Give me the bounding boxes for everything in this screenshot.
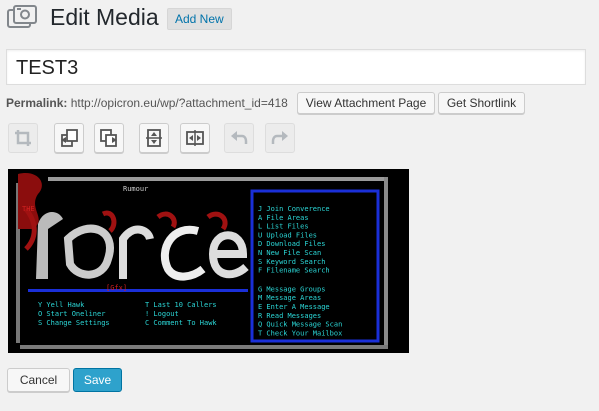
get-shortlink-button[interactable]: Get Shortlink	[438, 92, 525, 114]
view-attachment-page-button[interactable]: View Attachment Page	[297, 92, 435, 114]
menu-line: E Enter A Message	[258, 303, 330, 311]
menu-line: T Check Your Mailbox	[258, 329, 342, 337]
menu-line: U Upload Files	[258, 231, 317, 239]
menu-line: N New File Scan	[258, 249, 321, 257]
menu-line: R Read Messages	[258, 312, 321, 320]
rumour-text: Rumour	[123, 185, 148, 193]
menu-line: T Last 10 Callers	[145, 301, 217, 309]
menu-line: C Comment To Hawk	[145, 319, 217, 327]
menu-line: J Join Converence	[258, 205, 330, 213]
gfx-text: [Gfx]	[106, 284, 127, 292]
cancel-button[interactable]: Cancel	[7, 368, 70, 392]
crop-button[interactable]	[8, 123, 38, 153]
add-new-button[interactable]: Add New	[167, 8, 232, 30]
permalink-label: Permalink:	[6, 96, 68, 110]
bbs-art-image: Rumour THE [Gfx] J Join ConverenceA File…	[8, 169, 409, 353]
crop-icon	[15, 130, 31, 146]
permalink-row: Permalink: http://opicron.eu/wp/?attachm…	[6, 96, 288, 110]
flip-horizontal-button[interactable]	[180, 123, 210, 153]
redo-icon	[271, 131, 288, 144]
flip-vertical-icon	[146, 129, 162, 147]
flip-vertical-button[interactable]	[139, 123, 169, 153]
save-button[interactable]: Save	[73, 368, 122, 392]
menu-line: L List Files	[258, 223, 309, 231]
menu-line: M Message Areas	[258, 294, 321, 302]
rotate-right-icon	[100, 129, 117, 147]
title-input[interactable]: TEST3	[6, 49, 586, 85]
menu-line: F Filename Search	[258, 267, 330, 275]
menu-line: S Change Settings	[38, 319, 110, 327]
page-title: Edit Media	[50, 4, 159, 30]
menu-line: Q Quick Message Scan	[258, 321, 342, 329]
rotate-left-icon	[61, 129, 78, 147]
image-preview: Rumour THE [Gfx] J Join Converence A File…	[8, 169, 409, 353]
menu-line: Y Yell Hawk	[38, 301, 85, 309]
media-photo-icon	[6, 4, 40, 32]
rotate-left-button[interactable]	[54, 123, 84, 153]
menu-line: O Start Oneliner	[38, 310, 105, 318]
menu-line: G Message Groups	[258, 285, 325, 293]
redo-button[interactable]	[265, 123, 295, 153]
undo-icon	[231, 131, 248, 144]
flip-horizontal-icon	[186, 130, 204, 146]
rotate-right-button[interactable]	[94, 123, 124, 153]
the-text: THE	[22, 205, 35, 213]
menu-line: A File Areas	[258, 214, 309, 222]
menu-line: D Download Files	[258, 240, 325, 248]
permalink-url[interactable]: http://opicron.eu/wp/?attachment_id=418	[71, 96, 288, 110]
menu-line: ! Logout	[145, 310, 179, 318]
undo-button[interactable]	[224, 123, 254, 153]
menu-line: S Keyword Search	[258, 258, 325, 266]
